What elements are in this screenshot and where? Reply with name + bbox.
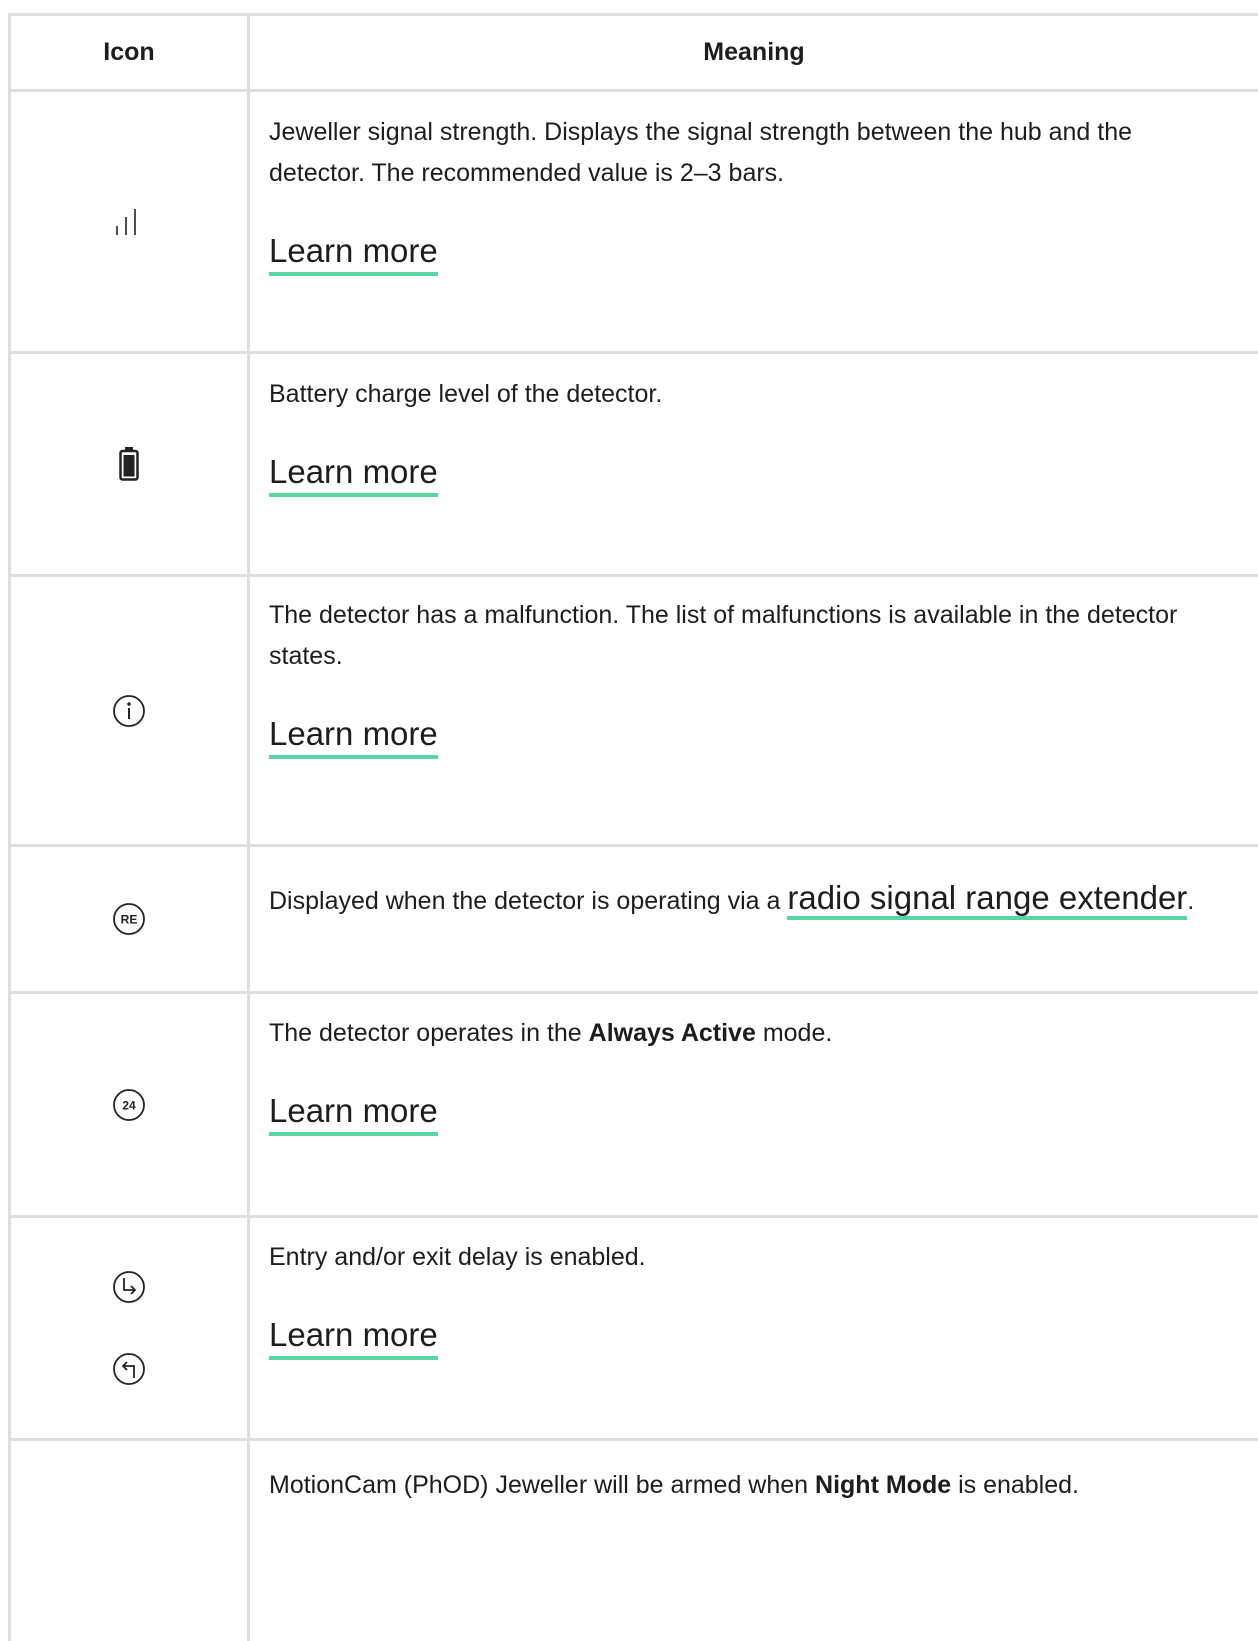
learn-more-link[interactable]: Learn more: [269, 231, 438, 276]
icon-cell: [8, 354, 250, 574]
entry-delay-icon: [112, 1270, 146, 1304]
meaning-cell: The detector has a malfunction. The list…: [250, 577, 1258, 844]
meaning-cell: Entry and/or exit delay is enabled. Lear…: [250, 1218, 1258, 1438]
battery-icon: [119, 447, 139, 481]
meaning-text: Jeweller signal strength. Displays the s…: [269, 118, 1133, 187]
meaning-cell: Jeweller signal strength. Displays the s…: [250, 92, 1258, 351]
table-row: Entry and/or exit delay is enabled. Lear…: [8, 1218, 1258, 1441]
svg-text:24: 24: [122, 1098, 136, 1112]
icon-cell: [8, 577, 250, 844]
learn-more-link[interactable]: Learn more: [269, 1315, 438, 1360]
table-row: 24 The detector operates in the Always A…: [8, 994, 1258, 1218]
learn-more-link[interactable]: Learn more: [269, 1091, 438, 1136]
range-extender-link[interactable]: radio signal range extender: [787, 879, 1188, 920]
meaning-text: The detector operates in the Always Acti…: [269, 1019, 833, 1047]
icon-cell: 24: [8, 994, 250, 1215]
meaning-text: Battery charge level of the detector.: [269, 380, 663, 408]
icon-cell: [8, 1441, 250, 1641]
table-row: MotionCam (PhOD) Jeweller will be armed …: [8, 1441, 1258, 1641]
learn-more-link[interactable]: Learn more: [269, 714, 438, 759]
meaning-text: Displayed when the detector is operating…: [269, 872, 1218, 927]
meaning-text: Entry and/or exit delay is enabled.: [269, 1243, 646, 1271]
meaning-cell: The detector operates in the Always Acti…: [250, 994, 1258, 1215]
table-row: Jeweller signal strength. Displays the s…: [8, 92, 1258, 354]
info-icon: [112, 694, 146, 728]
icon-cell: [8, 1218, 250, 1438]
svg-text:RE: RE: [121, 913, 138, 927]
exit-delay-icon: [112, 1352, 146, 1386]
icon-meaning-table: Icon Meaning Jeweller signal strength. D…: [8, 13, 1258, 1641]
meaning-cell: Displayed when the detector is operating…: [250, 847, 1258, 991]
meaning-cell: MotionCam (PhOD) Jeweller will be armed …: [250, 1441, 1258, 1641]
range-extender-icon: RE: [112, 902, 146, 936]
header-meaning-cell: Meaning: [703, 38, 805, 66]
table-row: The detector has a malfunction. The list…: [8, 577, 1258, 847]
icon-cell: RE: [8, 847, 250, 991]
table-row: Battery charge level of the detector. Le…: [8, 354, 1258, 577]
learn-more-link[interactable]: Learn more: [269, 452, 438, 497]
header-icon-cell: Icon: [8, 16, 250, 89]
meaning-text: The detector has a malfunction. The list…: [269, 601, 1178, 670]
meaning-cell: Battery charge level of the detector. Le…: [250, 354, 1258, 574]
table-row: RE Displayed when the detector is operat…: [8, 847, 1258, 994]
icon-cell: [8, 92, 250, 351]
meaning-text: MotionCam (PhOD) Jeweller will be armed …: [269, 1471, 1079, 1499]
signal-strength-icon: [114, 207, 144, 237]
table-header-row: Icon Meaning: [8, 16, 1258, 92]
always-active-icon: 24: [112, 1088, 146, 1122]
